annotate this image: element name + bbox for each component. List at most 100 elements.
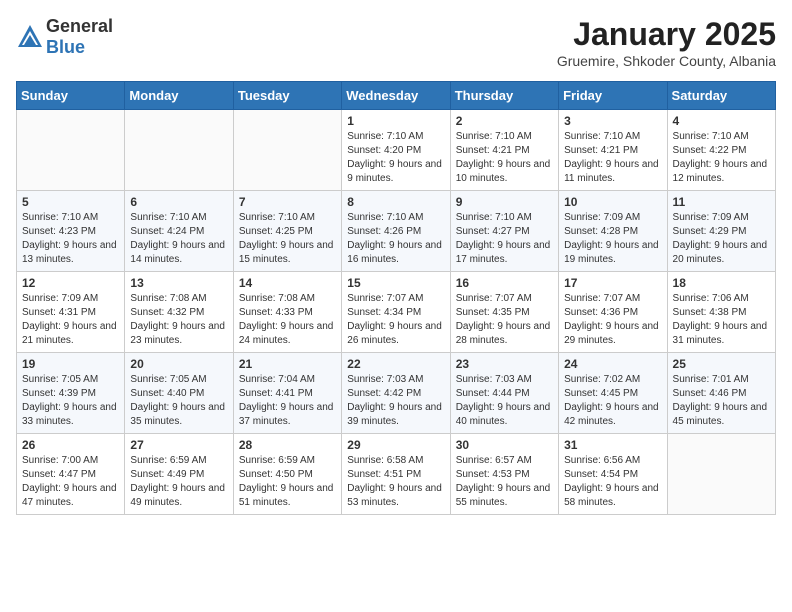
day-number: 27: [130, 438, 227, 452]
day-info: Sunrise: 7:10 AMSunset: 4:21 PMDaylight:…: [456, 130, 553, 186]
calendar-day-cell: 14 Sunrise: 7:08 AMSunset: 4:33 PMDayligh…: [233, 272, 341, 353]
day-of-week-header: Thursday: [450, 82, 558, 110]
day-info: Sunrise: 7:02 AMSunset: 4:45 PMDaylight:…: [564, 373, 661, 429]
calendar-day-cell: 23Sunrise: 7:03 AMSunset: 4:44 PMDayligh…: [450, 353, 558, 434]
day-number: 4: [673, 114, 770, 128]
calendar-day-cell: 13 Sunrise: 7:08 AMSunset: 4:32 PMDayligh…: [125, 272, 233, 353]
calendar-day-cell: 7 Sunrise: 7:10 AMSunset: 4:25 PMDaylight…: [233, 191, 341, 272]
day-number: 13: [130, 276, 227, 290]
day-number: 16: [456, 276, 553, 290]
day-info: Sunrise: 7:07 AMSunset: 4:35 PMDaylight:…: [456, 292, 553, 348]
day-number: 8: [347, 195, 444, 209]
calendar-day-cell: 26 Sunrise: 7:00 AMSunset: 4:47 PMDayligh…: [17, 434, 125, 515]
calendar-day-cell: [233, 110, 341, 191]
day-info: Sunrise: 7:10 AMSunset: 4:24 PMDaylight:…: [130, 211, 227, 267]
day-number: 3: [564, 114, 661, 128]
day-info: Sunrise: 7:00 AMSunset: 4:47 PMDaylight:…: [22, 454, 119, 510]
calendar-week-row: 26 Sunrise: 7:00 AMSunset: 4:47 PMDayligh…: [17, 434, 776, 515]
calendar-day-cell: 8Sunrise: 7:10 AMSunset: 4:26 PMDaylight…: [342, 191, 450, 272]
calendar-day-cell: 22Sunrise: 7:03 AMSunset: 4:42 PMDayligh…: [342, 353, 450, 434]
calendar-day-cell: 5 Sunrise: 7:10 AMSunset: 4:23 PMDaylight…: [17, 191, 125, 272]
calendar-day-cell: [125, 110, 233, 191]
day-info: Sunrise: 7:06 AMSunset: 4:38 PMDaylight:…: [673, 292, 770, 348]
calendar-table: SundayMondayTuesdayWednesdayThursdayFrid…: [16, 81, 776, 515]
day-info: Sunrise: 7:03 AMSunset: 4:44 PMDaylight:…: [456, 373, 553, 429]
page-header: General Blue January 2025 Gruemire, Shko…: [16, 16, 776, 69]
day-number: 17: [564, 276, 661, 290]
logo-general-text: General: [46, 16, 113, 36]
calendar-week-row: 12Sunrise: 7:09 AMSunset: 4:31 PMDayligh…: [17, 272, 776, 353]
calendar-day-cell: 25Sunrise: 7:01 AMSunset: 4:46 PMDayligh…: [667, 353, 775, 434]
day-info: Sunrise: 7:10 AMSunset: 4:25 PMDaylight:…: [239, 211, 336, 267]
day-of-week-header: Monday: [125, 82, 233, 110]
calendar-day-cell: 18Sunrise: 7:06 AMSunset: 4:38 PMDayligh…: [667, 272, 775, 353]
day-of-week-header: Saturday: [667, 82, 775, 110]
day-info: Sunrise: 7:03 AMSunset: 4:42 PMDaylight:…: [347, 373, 444, 429]
logo-blue-text: Blue: [46, 37, 85, 57]
calendar-day-cell: 19 Sunrise: 7:05 AMSunset: 4:39 PMDayligh…: [17, 353, 125, 434]
day-info: Sunrise: 7:10 AMSunset: 4:22 PMDaylight:…: [673, 130, 770, 186]
calendar-day-cell: 10 Sunrise: 7:09 AMSunset: 4:28 PMDayligh…: [559, 191, 667, 272]
day-number: 10: [564, 195, 661, 209]
day-number: 29: [347, 438, 444, 452]
calendar-day-cell: 16 Sunrise: 7:07 AMSunset: 4:35 PMDayligh…: [450, 272, 558, 353]
calendar-day-cell: 3 Sunrise: 7:10 AMSunset: 4:21 PMDaylight…: [559, 110, 667, 191]
day-info: Sunrise: 7:10 AMSunset: 4:21 PMDaylight:…: [564, 130, 661, 186]
day-info: Sunrise: 7:04 AMSunset: 4:41 PMDaylight:…: [239, 373, 336, 429]
day-of-week-header: Tuesday: [233, 82, 341, 110]
day-info: Sunrise: 7:10 AMSunset: 4:27 PMDaylight:…: [456, 211, 553, 267]
logo: General Blue: [16, 16, 113, 58]
day-info: Sunrise: 6:56 AMSunset: 4:54 PMDaylight:…: [564, 454, 661, 510]
calendar-week-row: 19 Sunrise: 7:05 AMSunset: 4:39 PMDayligh…: [17, 353, 776, 434]
day-number: 15: [347, 276, 444, 290]
calendar-day-cell: [667, 434, 775, 515]
day-info: Sunrise: 6:57 AMSunset: 4:53 PMDaylight:…: [456, 454, 553, 510]
day-info: Sunrise: 7:09 AMSunset: 4:28 PMDaylight:…: [564, 211, 661, 267]
day-number: 24: [564, 357, 661, 371]
day-number: 26: [22, 438, 119, 452]
day-number: 31: [564, 438, 661, 452]
month-title: January 2025: [557, 16, 776, 53]
calendar-day-cell: 9 Sunrise: 7:10 AMSunset: 4:27 PMDaylight…: [450, 191, 558, 272]
location-title: Gruemire, Shkoder County, Albania: [557, 53, 776, 69]
day-info: Sunrise: 6:59 AMSunset: 4:49 PMDaylight:…: [130, 454, 227, 510]
calendar-week-row: 5 Sunrise: 7:10 AMSunset: 4:23 PMDaylight…: [17, 191, 776, 272]
day-number: 19: [22, 357, 119, 371]
day-of-week-header: Wednesday: [342, 82, 450, 110]
day-info: Sunrise: 7:08 AMSunset: 4:32 PMDaylight:…: [130, 292, 227, 348]
calendar-day-cell: 24 Sunrise: 7:02 AMSunset: 4:45 PMDayligh…: [559, 353, 667, 434]
day-info: Sunrise: 7:05 AMSunset: 4:39 PMDaylight:…: [22, 373, 119, 429]
calendar-day-cell: 28Sunrise: 6:59 AMSunset: 4:50 PMDayligh…: [233, 434, 341, 515]
calendar-day-cell: 31 Sunrise: 6:56 AMSunset: 4:54 PMDayligh…: [559, 434, 667, 515]
day-info: Sunrise: 7:05 AMSunset: 4:40 PMDaylight:…: [130, 373, 227, 429]
calendar-day-cell: 11Sunrise: 7:09 AMSunset: 4:29 PMDayligh…: [667, 191, 775, 272]
day-number: 20: [130, 357, 227, 371]
day-number: 9: [456, 195, 553, 209]
day-number: 1: [347, 114, 444, 128]
day-number: 25: [673, 357, 770, 371]
calendar-day-cell: 17Sunrise: 7:07 AMSunset: 4:36 PMDayligh…: [559, 272, 667, 353]
day-number: 5: [22, 195, 119, 209]
day-number: 11: [673, 195, 770, 209]
day-info: Sunrise: 6:58 AMSunset: 4:51 PMDaylight:…: [347, 454, 444, 510]
calendar-day-cell: 4 Sunrise: 7:10 AMSunset: 4:22 PMDaylight…: [667, 110, 775, 191]
day-info: Sunrise: 7:08 AMSunset: 4:33 PMDaylight:…: [239, 292, 336, 348]
day-number: 14: [239, 276, 336, 290]
calendar-day-cell: [17, 110, 125, 191]
day-info: Sunrise: 7:10 AMSunset: 4:20 PMDaylight:…: [347, 130, 444, 186]
day-number: 12: [22, 276, 119, 290]
day-info: Sunrise: 7:10 AMSunset: 4:23 PMDaylight:…: [22, 211, 119, 267]
calendar-day-cell: 20 Sunrise: 7:05 AMSunset: 4:40 PMDayligh…: [125, 353, 233, 434]
title-area: January 2025 Gruemire, Shkoder County, A…: [557, 16, 776, 69]
calendar-day-cell: 29 Sunrise: 6:58 AMSunset: 4:51 PMDayligh…: [342, 434, 450, 515]
calendar-day-cell: 12Sunrise: 7:09 AMSunset: 4:31 PMDayligh…: [17, 272, 125, 353]
day-number: 6: [130, 195, 227, 209]
calendar-day-cell: 2Sunrise: 7:10 AMSunset: 4:21 PMDaylight…: [450, 110, 558, 191]
calendar-week-row: 1 Sunrise: 7:10 AMSunset: 4:20 PMDaylight…: [17, 110, 776, 191]
logo-icon: [16, 23, 44, 51]
day-number: 7: [239, 195, 336, 209]
calendar-header-row: SundayMondayTuesdayWednesdayThursdayFrid…: [17, 82, 776, 110]
calendar-day-cell: 30Sunrise: 6:57 AMSunset: 4:53 PMDayligh…: [450, 434, 558, 515]
day-number: 21: [239, 357, 336, 371]
day-number: 28: [239, 438, 336, 452]
